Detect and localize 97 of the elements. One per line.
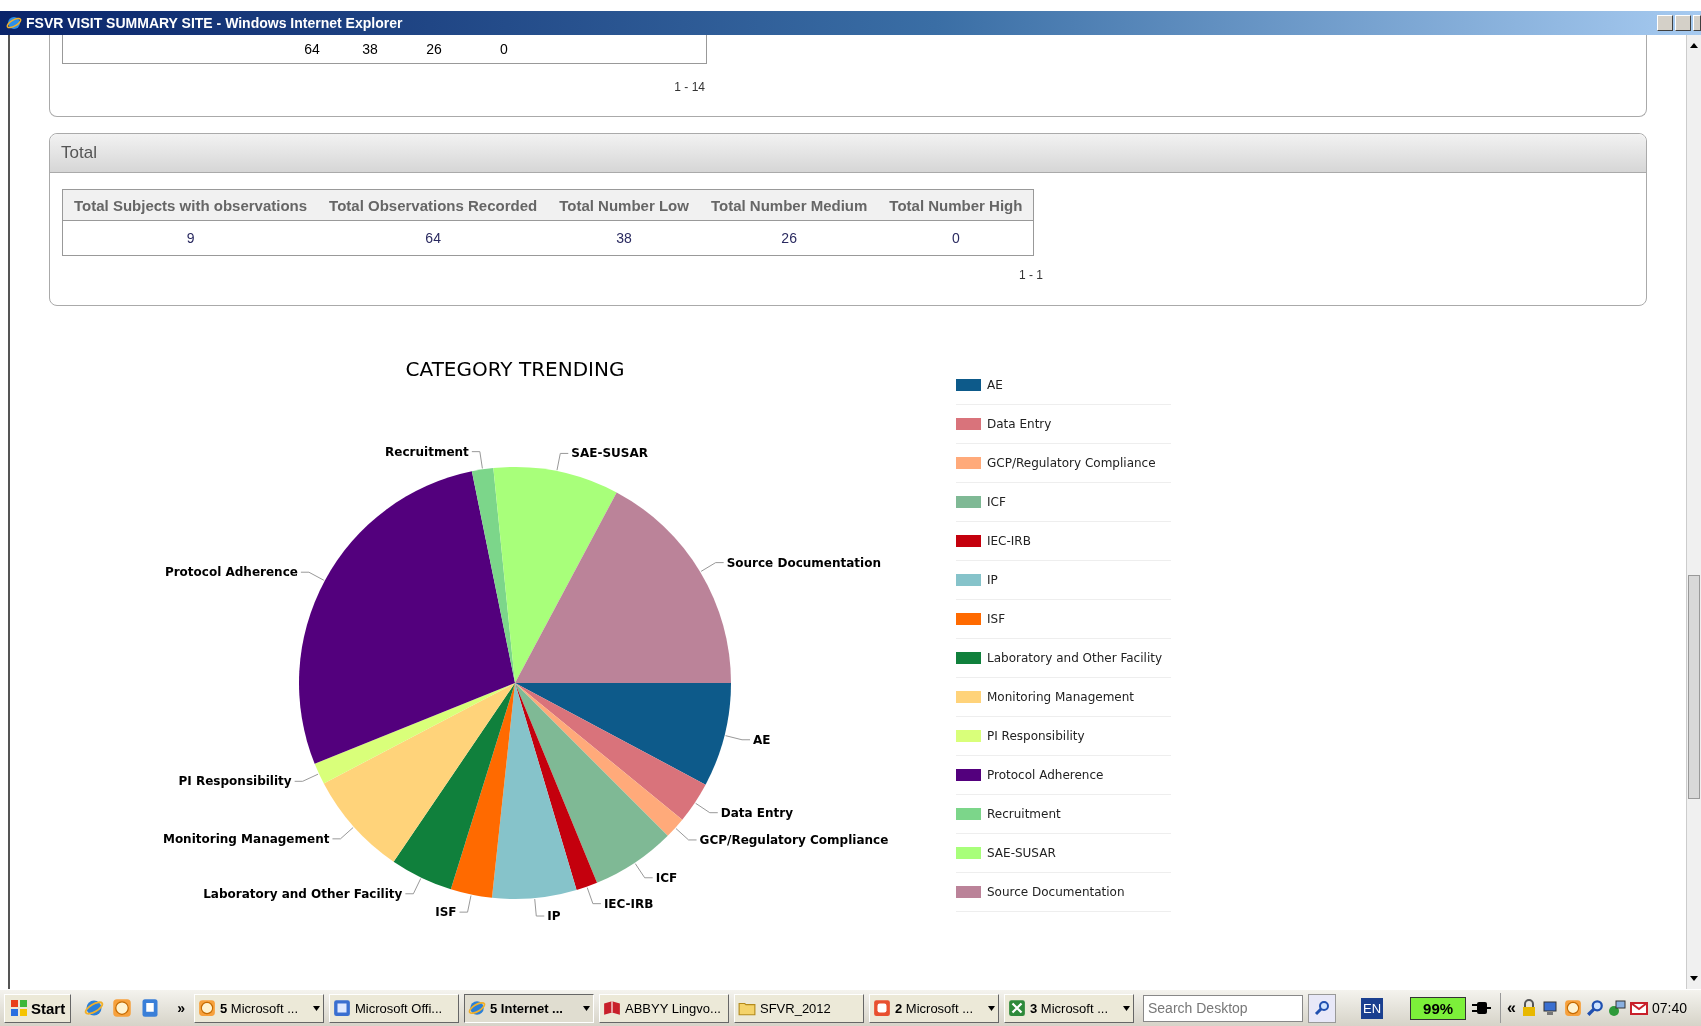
document-icon bbox=[333, 999, 351, 1017]
scrollbar-thumb[interactable] bbox=[1688, 575, 1700, 799]
leader-line bbox=[300, 571, 325, 581]
table-cell-text: 0 bbox=[499, 41, 509, 57]
leader-line bbox=[556, 452, 569, 471]
legend-label: Data Entry bbox=[987, 417, 1052, 431]
legend-label: IP bbox=[987, 573, 998, 587]
search-icon bbox=[1314, 1000, 1330, 1016]
search-field[interactable]: Search Desktop bbox=[1143, 994, 1303, 1022]
legend-label: Protocol Adherence bbox=[987, 768, 1104, 782]
book-icon bbox=[603, 999, 621, 1017]
mail-icon[interactable] bbox=[1630, 999, 1648, 1017]
leader-line bbox=[459, 895, 472, 913]
globe-icon[interactable] bbox=[84, 998, 105, 1018]
slice-label: Monitoring Management bbox=[162, 831, 330, 846]
column-header: Total Number High bbox=[878, 189, 1034, 221]
legend-label: Recruitment bbox=[987, 807, 1061, 821]
slice-label: Protocol Adherence bbox=[164, 565, 298, 580]
document-icon bbox=[873, 999, 891, 1017]
slice-label: ICF bbox=[655, 870, 678, 885]
taskbar-button[interactable]: 5 Internet ... bbox=[464, 993, 594, 1023]
lock-icon[interactable] bbox=[1520, 999, 1538, 1017]
document-icon[interactable] bbox=[140, 998, 161, 1018]
legend-label: ISF bbox=[987, 612, 1006, 626]
slice-label: IEC-IRB bbox=[603, 896, 654, 911]
globe-icon bbox=[468, 999, 486, 1017]
column-header: Total Number Low bbox=[548, 189, 700, 221]
leader-line bbox=[294, 773, 319, 782]
legend-label: Laboratory and Other Facility bbox=[987, 651, 1163, 665]
slice-label: AE bbox=[753, 732, 771, 747]
legend-label: PI Responsibility bbox=[987, 729, 1085, 743]
table-cell-text: 38 bbox=[361, 41, 379, 57]
taskbar-button[interactable]: Microsoft Offi... bbox=[329, 993, 459, 1023]
leader-line bbox=[725, 735, 751, 741]
leader-line bbox=[471, 451, 483, 469]
taskbar-button[interactable]: SFVR_2012 bbox=[734, 993, 864, 1023]
language-indicator[interactable]: EN bbox=[1361, 997, 1384, 1019]
table-cell-text: 64 bbox=[303, 41, 321, 57]
column-header: Total Observations Recorded bbox=[318, 189, 549, 221]
leader-line bbox=[331, 827, 354, 840]
slice-label: GCP/Regulatory Compliance bbox=[699, 832, 889, 847]
taskbar-button[interactable]: 2 Microsoft ... bbox=[869, 993, 999, 1023]
search-button[interactable] bbox=[1308, 993, 1336, 1023]
legend-label: Source Documentation bbox=[987, 885, 1125, 899]
legend-label: ICF bbox=[987, 495, 1006, 509]
leader-line bbox=[700, 562, 725, 572]
slice-label: PI Responsibility bbox=[178, 774, 292, 789]
network-icon[interactable] bbox=[1608, 999, 1626, 1017]
slice-label: SAE-SUSAR bbox=[571, 446, 648, 461]
leader-line bbox=[586, 887, 602, 905]
leader-line bbox=[634, 863, 654, 879]
leader-line bbox=[404, 877, 422, 895]
minimize-button[interactable] bbox=[1657, 15, 1673, 31]
chart-title: CATEGORY TRENDING bbox=[405, 357, 625, 381]
legend-label: IEC-IRB bbox=[987, 534, 1031, 548]
clock[interactable]: 07:40 bbox=[1652, 1000, 1688, 1016]
spreadsheet-icon bbox=[1008, 999, 1026, 1017]
table-cell: 9 bbox=[62, 220, 319, 256]
flag-icon bbox=[10, 999, 28, 1017]
legend-label: Monitoring Management bbox=[987, 690, 1135, 704]
column-header: Total Number Medium bbox=[699, 189, 879, 221]
taskbar-button[interactable]: 5 Microsoft ... bbox=[194, 993, 324, 1023]
slice-label: Data Entry bbox=[720, 805, 794, 820]
slice-label: Laboratory and Other Facility bbox=[203, 886, 403, 901]
globe-icon bbox=[6, 15, 22, 31]
close-button[interactable] bbox=[1693, 15, 1701, 31]
slice-label: Source Documentation bbox=[726, 555, 881, 570]
table-cell: 26 bbox=[699, 220, 879, 256]
leader-line bbox=[695, 802, 719, 814]
legend-label: AE bbox=[987, 378, 1003, 392]
tray-toggle[interactable]: « bbox=[1507, 999, 1516, 1017]
legend-label: SAE-SUSAR bbox=[987, 846, 1056, 860]
table-cell-text: 26 bbox=[425, 41, 443, 57]
legend-label: GCP/Regulatory Compliance bbox=[987, 456, 1156, 470]
panel-title: Total bbox=[61, 143, 97, 163]
battery-indicator[interactable]: 99% bbox=[1410, 996, 1467, 1020]
scrollbar[interactable] bbox=[1686, 35, 1701, 989]
pager-text: 1 - 1 bbox=[1019, 268, 1043, 282]
table-cell: 64 bbox=[318, 220, 549, 256]
pager-text: 1 - 14 bbox=[674, 80, 705, 94]
computer-icon[interactable] bbox=[1542, 999, 1560, 1017]
table-cell: 38 bbox=[548, 220, 700, 256]
more-button[interactable]: » bbox=[177, 1000, 185, 1016]
leader-line bbox=[534, 898, 545, 917]
maximize-button[interactable] bbox=[1675, 15, 1691, 31]
table-cell: 0 bbox=[878, 220, 1034, 256]
taskbar-button[interactable]: 3 Microsoft ... bbox=[1004, 993, 1134, 1023]
leader-line bbox=[675, 828, 698, 841]
slice-label: ISF bbox=[435, 905, 457, 920]
start-button[interactable]: Start bbox=[4, 993, 72, 1023]
window-title: FSVR VISIT SUMMARY SITE - Windows Internet Explorer bbox=[26, 15, 403, 31]
column-header: Total Subjects with observations bbox=[62, 189, 319, 221]
slice-label: Recruitment bbox=[385, 444, 469, 459]
search-icon[interactable] bbox=[1586, 999, 1604, 1017]
taskbar-button[interactable]: ABBYY Lingvo... bbox=[599, 993, 729, 1023]
slice-label: IP bbox=[547, 909, 561, 924]
plug-icon bbox=[1471, 999, 1492, 1017]
